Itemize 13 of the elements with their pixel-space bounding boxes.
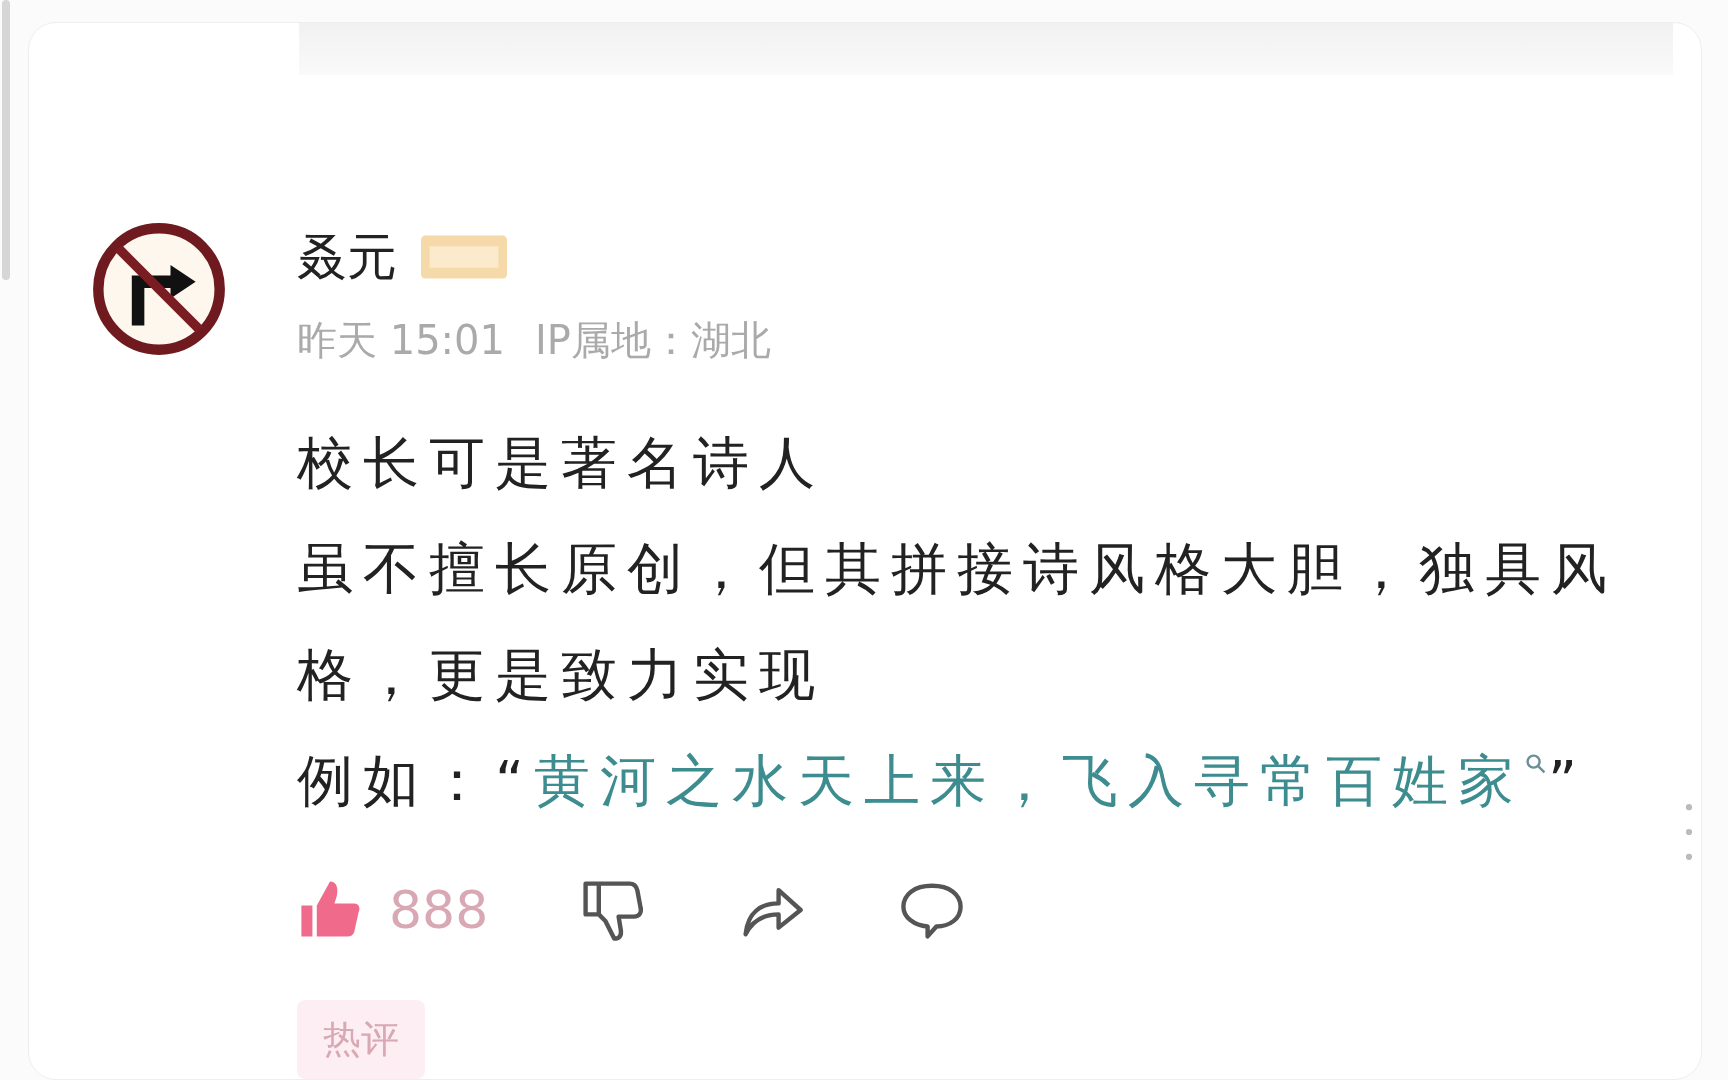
username[interactable]: 叒元: [297, 223, 397, 291]
hot-comment-tag: 热评: [297, 1000, 425, 1079]
search-link[interactable]: 黄河之水天上来，飞入寻常百姓家: [534, 748, 1548, 813]
comment-text: 例如：“黄河之水天上来，飞入寻常百姓家 ”: [297, 747, 1589, 815]
search-icon[interactable]: [1524, 752, 1548, 776]
level-badge-icon: [421, 235, 507, 279]
avatar-icon[interactable]: [91, 221, 227, 357]
comment-text: 虽不擅长原创，但其拼接诗风格大胆，独具风格，更是致力实现: [297, 535, 1618, 709]
scrollbar[interactable]: [2, 0, 10, 280]
like-button[interactable]: 888: [297, 877, 579, 943]
comment-text: 校长可是著名诗人: [297, 429, 826, 497]
ip-location: IP属地：湖北: [535, 316, 771, 365]
timestamp: 昨天 15:01: [297, 316, 505, 365]
